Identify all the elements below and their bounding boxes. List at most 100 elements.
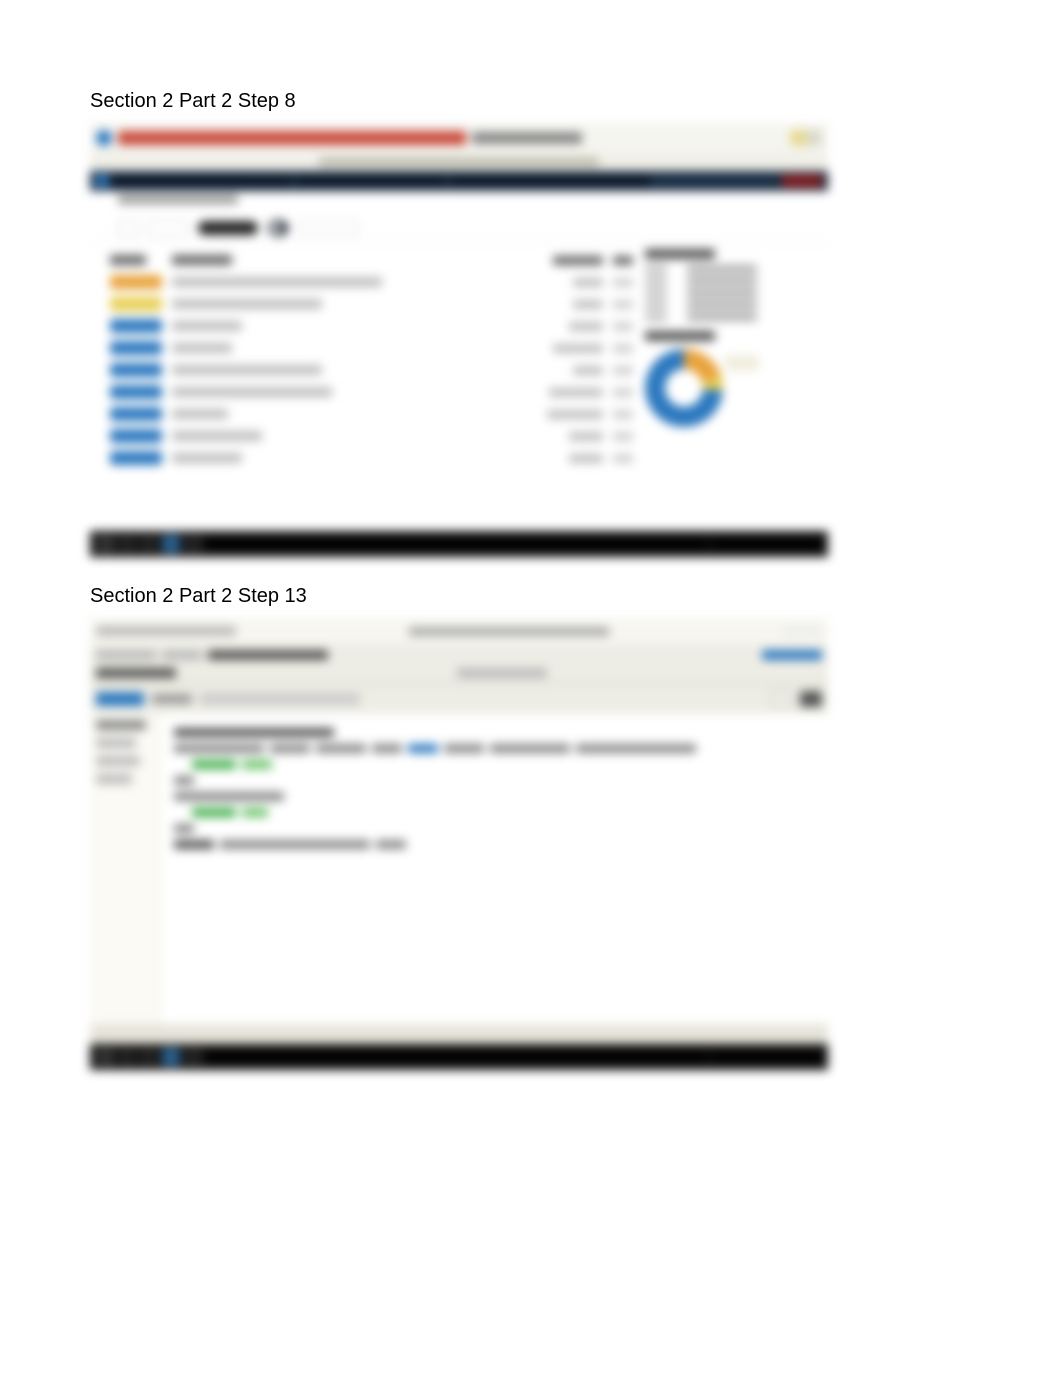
side-item-2[interactable]: [96, 738, 136, 748]
table-row[interactable]: [110, 315, 633, 337]
taskbar-spacer: [206, 1051, 708, 1063]
th-category: [553, 256, 603, 265]
main-body: [90, 243, 828, 481]
row-count: [613, 300, 633, 309]
logout-button[interactable]: [782, 175, 822, 187]
row-category: [569, 432, 603, 441]
table-row[interactable]: [110, 271, 633, 293]
nav-segment-1[interactable]: [112, 176, 292, 186]
app-navbar: [90, 171, 828, 191]
task-item-2[interactable]: [140, 1048, 158, 1066]
start-button[interactable]: [96, 1048, 114, 1066]
row-category: [553, 344, 603, 353]
system-tray[interactable]: [712, 1051, 822, 1063]
code-token: [174, 840, 214, 849]
ribbon-item-2[interactable]: [162, 650, 202, 660]
side-item-3[interactable]: [96, 756, 140, 766]
start-button[interactable]: [96, 535, 114, 553]
task-item-2[interactable]: [140, 535, 158, 553]
ide-titlebar: [90, 618, 828, 644]
task-item-4[interactable]: [184, 535, 202, 553]
code-token: [220, 840, 370, 849]
taskbar-spacer: [206, 538, 708, 550]
summary-key: [645, 289, 667, 297]
ribbon-action-button[interactable]: [762, 650, 822, 660]
filter-box-2[interactable]: [148, 220, 188, 236]
table-row[interactable]: [110, 447, 633, 469]
filter-toggle[interactable]: [268, 220, 288, 236]
nav-segment-2[interactable]: [296, 176, 446, 186]
task-item-1[interactable]: [118, 535, 136, 553]
tab-active[interactable]: [96, 692, 144, 706]
screenshot-step13: [90, 618, 828, 1070]
os-taskbar: [90, 531, 828, 557]
row-name: [172, 453, 242, 463]
row-name: [172, 343, 232, 353]
row-count: [613, 278, 633, 287]
summary-key: [645, 301, 667, 309]
summary-value: [687, 301, 757, 309]
ribbon-item-1[interactable]: [96, 650, 156, 660]
th-level: [110, 255, 146, 265]
row-category: [547, 410, 603, 419]
severity-badge: [110, 451, 162, 465]
code-token: [174, 776, 194, 785]
table-row[interactable]: [110, 293, 633, 315]
tab-2[interactable]: [152, 694, 192, 704]
code-line: [174, 836, 814, 852]
code-token: [242, 808, 268, 817]
severity-badge: [110, 363, 162, 377]
toolbar-icon-2[interactable]: [800, 691, 822, 707]
code-line: [174, 740, 814, 756]
toolbar-cmd[interactable]: [200, 693, 360, 705]
system-tray[interactable]: [712, 538, 822, 550]
breadcrumb-text: [118, 195, 238, 204]
filter-chip[interactable]: [298, 221, 358, 235]
row-category: [549, 388, 603, 397]
url-bar[interactable]: [118, 131, 466, 145]
row-count: [613, 322, 633, 331]
table-header: [110, 249, 633, 271]
nav-segment-3[interactable]: [450, 176, 650, 186]
row-category: [573, 300, 603, 309]
code-line: [192, 756, 814, 772]
window-controls[interactable]: [790, 130, 822, 146]
summary-panel: [633, 249, 818, 469]
summary-row: [645, 301, 818, 309]
code-editor[interactable]: [160, 714, 828, 1024]
code-token: [270, 744, 310, 753]
row-count: [613, 410, 633, 419]
donut-slices: [645, 349, 723, 427]
severity-badge: [110, 319, 162, 333]
toolbar-icon-1[interactable]: [770, 691, 792, 707]
task-item-active[interactable]: [162, 535, 180, 553]
task-item-4[interactable]: [184, 1048, 202, 1066]
row-category: [569, 454, 603, 463]
code-line: [174, 724, 814, 740]
filter-label: [198, 221, 258, 235]
menu-bar[interactable]: [96, 626, 236, 636]
summary-key: [645, 277, 667, 285]
side-item-4[interactable]: [96, 774, 132, 784]
row-name: [172, 431, 262, 441]
code-token: [376, 840, 406, 849]
filter-box-1[interactable]: [118, 220, 138, 236]
table-row[interactable]: [110, 337, 633, 359]
window-buttons[interactable]: [782, 625, 822, 637]
th-name: [172, 255, 232, 265]
ide-sidebar: [90, 714, 160, 1024]
table-row[interactable]: [110, 403, 633, 425]
table-row[interactable]: [110, 359, 633, 381]
table-row[interactable]: [110, 381, 633, 403]
browser-logo-icon: [96, 130, 112, 146]
ribbon-center-2: [457, 668, 547, 678]
task-item-1[interactable]: [118, 1048, 136, 1066]
ribbon-sub-label: [96, 668, 176, 678]
table-row[interactable]: [110, 425, 633, 447]
summary-heading: [645, 249, 715, 259]
severity-badge: [110, 275, 162, 289]
side-item-1[interactable]: [96, 720, 146, 730]
os-taskbar-2: [90, 1044, 828, 1070]
severity-badge: [110, 385, 162, 399]
task-item-active[interactable]: [162, 1048, 180, 1066]
